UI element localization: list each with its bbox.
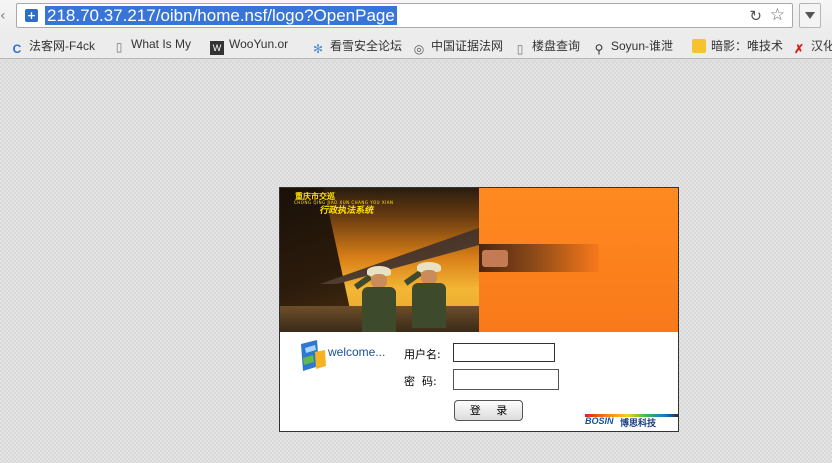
bookmark-item[interactable]: ▯ What Is My <box>112 37 191 55</box>
bookmark-item[interactable]: C 法客网-F4ck <box>10 37 95 56</box>
saluting-officer-figure <box>353 266 398 332</box>
blue-c-icon: C <box>12 42 22 56</box>
folder-icon <box>692 39 706 53</box>
company-name: 博思科技 <box>620 419 657 429</box>
chevron-down-icon <box>805 12 815 19</box>
banner-bridge <box>320 224 479 284</box>
bookmark-item[interactable]: W WooYun.or <box>210 37 288 55</box>
banner-orange-panel <box>479 188 678 332</box>
bookmark-item[interactable]: ▯ 楼盘查询 <box>513 37 580 56</box>
login-panel: 重庆市交巡 CHONG QING JIAO XUN CHANG YOU XIAN… <box>279 187 679 432</box>
welcome-logo-icon <box>301 340 326 371</box>
bookmark-item[interactable]: 暗影：唯技术 <box>692 37 783 55</box>
bookmark-item[interactable]: ◎ 中国证据法网 <box>412 37 503 56</box>
evidence-icon: ◎ <box>413 42 425 56</box>
bookmarks-bar: C 法客网-F4ck ▯ What Is My W WooYun.or ✻ 看雪安全论坛… <box>0 34 832 59</box>
browser-menu-button[interactable] <box>799 3 821 28</box>
password-label: 密 码: <box>404 375 437 388</box>
username-input[interactable] <box>453 343 555 362</box>
bookmark-item[interactable]: ⚲ Soyun-谁泄 <box>592 37 673 56</box>
password-input[interactable] <box>453 369 559 390</box>
url-text[interactable]: 218.70.37.217/oibn/home.nsf/logo?OpenPag… <box>45 6 397 25</box>
bookmark-item[interactable]: ✻ 看雪安全论坛 <box>311 37 402 56</box>
page-icon: ▯ <box>115 40 123 54</box>
wooyun-icon: W <box>210 41 224 55</box>
banner-slogan: 行政执法系统 <box>318 206 375 216</box>
login-button[interactable]: 登 录 <box>454 400 523 421</box>
company-logo: BOSIN <box>585 416 614 426</box>
reload-icon[interactable]: ↻ <box>749 7 762 25</box>
partial-back-icon[interactable]: ‹ <box>0 8 6 24</box>
browser-toolbar: ‹ + 218.70.37.217/oibn/home.nsf/logo?Ope… <box>0 0 832 34</box>
site-info-icon[interactable]: + <box>25 9 38 22</box>
welcome-text: welcome... <box>328 345 386 359</box>
snowflake-icon: ✻ <box>312 42 324 56</box>
search-icon: ⚲ <box>594 42 604 56</box>
banner-photo: 重庆市交巡 CHONG QING JIAO XUN CHANG YOU XIAN… <box>280 188 479 332</box>
bookmark-star-icon[interactable]: ☆ <box>770 5 785 25</box>
saluting-officer-figure <box>403 262 448 328</box>
address-bar[interactable]: + 218.70.37.217/oibn/home.nsf/logo?OpenP… <box>16 3 793 28</box>
red-x-icon: ✗ <box>793 42 805 56</box>
page-icon: ▯ <box>516 42 524 56</box>
username-label: 用户名: <box>404 348 441 361</box>
banner-decoration-icon <box>482 250 508 267</box>
bookmark-item[interactable]: ✗汉化 <box>792 37 832 56</box>
